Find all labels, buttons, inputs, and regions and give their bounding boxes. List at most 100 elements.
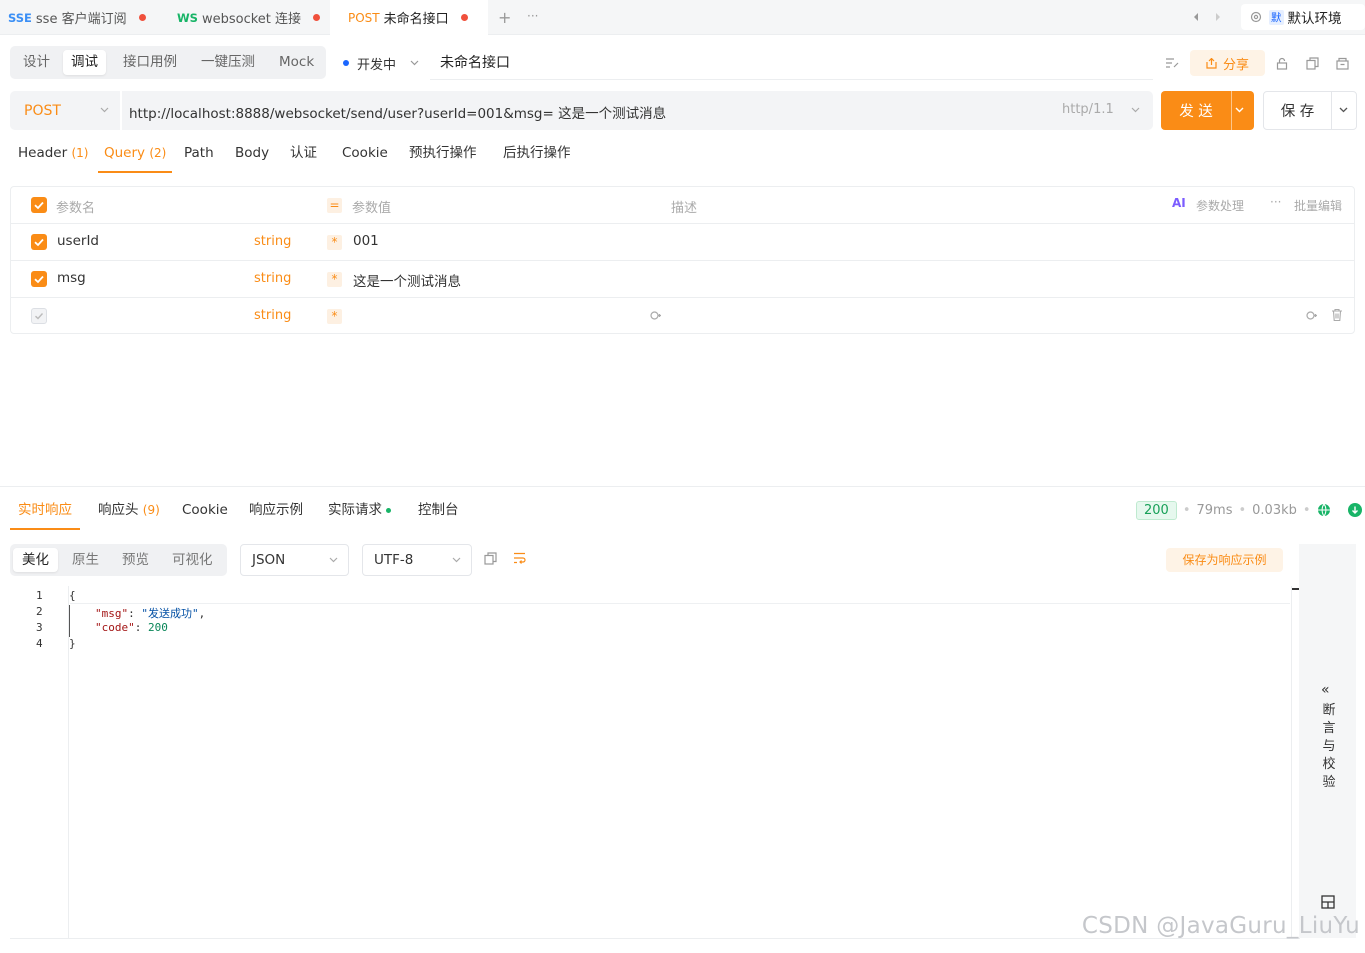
- tab-stress-test[interactable]: 一键压测: [193, 50, 263, 75]
- doc-tab-websocket[interactable]: WS websocket 连接: [160, 0, 330, 35]
- globe-icon[interactable]: [1317, 503, 1331, 517]
- edit-format-icon[interactable]: [1164, 55, 1180, 71]
- tab-response-headers[interactable]: 响应头 (9): [98, 497, 160, 530]
- tab-test-cases[interactable]: 接口用例: [115, 50, 185, 75]
- response-size: 0.03kb: [1252, 502, 1297, 518]
- tab-raw[interactable]: 原生: [63, 548, 108, 572]
- row-checkbox[interactable]: [31, 234, 47, 250]
- protocol-label: http/1.1: [1062, 102, 1114, 117]
- tab-preview[interactable]: 预览: [113, 548, 158, 572]
- response-code-viewer[interactable]: 1 2 3 4 { "msg": "发送成功", "code": 200 }: [10, 586, 1300, 938]
- required-mark[interactable]: *: [327, 272, 342, 287]
- table-header-row: 参数名 = 参数值 描述 AI 参数处理 ··· 批量编辑: [11, 187, 1354, 224]
- environment-selector[interactable]: 默 默认环境: [1241, 4, 1365, 30]
- tab-title: websocket 连接: [201, 12, 302, 27]
- tab-label: Query: [104, 145, 146, 161]
- doc-tab-unnamed[interactable]: POST 未命名接口: [330, 0, 488, 35]
- settings-icon[interactable]: [1249, 10, 1263, 24]
- expand-chevron-icon[interactable]: «: [1321, 682, 1330, 698]
- assertion-side-panel[interactable]: « 断 言 与 校 验: [1299, 544, 1356, 938]
- tab-debug[interactable]: 调试: [63, 50, 106, 75]
- save-options-chevron-icon[interactable]: [1339, 107, 1348, 113]
- api-name-input[interactable]: 未命名接口: [440, 52, 510, 72]
- select-all-checkbox[interactable]: [31, 197, 47, 213]
- param-name[interactable]: msg: [57, 270, 86, 286]
- layout-icon[interactable]: [1321, 895, 1335, 909]
- tab-pretty[interactable]: 美化: [13, 548, 58, 572]
- next-tab-arrow-icon[interactable]: [1213, 12, 1223, 22]
- variable-icon[interactable]: [1305, 309, 1318, 322]
- copy-icon[interactable]: [484, 552, 497, 565]
- tab-post-script[interactable]: 后执行操作: [503, 140, 571, 173]
- tab-auth[interactable]: 认证: [290, 140, 317, 173]
- method-label: POST: [24, 102, 61, 119]
- tab-body[interactable]: Body: [235, 140, 269, 173]
- tab-cookie[interactable]: Cookie: [342, 140, 388, 173]
- tab-visualize[interactable]: 可视化: [163, 548, 222, 572]
- more-icon[interactable]: ···: [1270, 195, 1281, 209]
- required-mark[interactable]: *: [327, 309, 342, 324]
- save-as-example-button[interactable]: 保存为响应示例: [1166, 548, 1283, 572]
- ai-icon[interactable]: AI: [1172, 196, 1186, 210]
- download-icon[interactable]: [1347, 503, 1362, 517]
- tab-mock[interactable]: Mock: [271, 50, 322, 75]
- protocol-selector[interactable]: http/1.1: [1062, 102, 1140, 117]
- row-checkbox[interactable]: [31, 308, 47, 324]
- param-value[interactable]: 001: [353, 233, 379, 249]
- variable-icon[interactable]: [649, 309, 662, 322]
- tab-pre-script[interactable]: 预执行操作: [409, 140, 477, 173]
- line-number: 3: [36, 621, 43, 634]
- status-dot: [386, 507, 391, 513]
- more-tabs-button[interactable]: ···: [527, 9, 538, 23]
- env-badge: 默: [1269, 9, 1284, 25]
- scrollbar-marker[interactable]: [1292, 588, 1299, 590]
- chevron-down-icon: [329, 557, 338, 563]
- param-process-button[interactable]: 参数处理: [1196, 197, 1244, 214]
- tab-design[interactable]: 设计: [15, 50, 58, 75]
- prev-tab-arrow-icon[interactable]: [1191, 12, 1201, 22]
- share-label: 分享: [1222, 57, 1249, 73]
- tab-header[interactable]: Header (1): [18, 140, 88, 173]
- method-selector[interactable]: POST: [10, 91, 122, 130]
- save-button[interactable]: 保 存: [1264, 92, 1331, 129]
- code-brace-close: }: [69, 637, 76, 650]
- panel-divider[interactable]: [0, 486, 1365, 487]
- archive-icon[interactable]: [1334, 55, 1350, 71]
- param-value[interactable]: 这是一个测试消息: [353, 270, 461, 290]
- view-mode-group: 美化 原生 预览 可视化: [10, 544, 227, 576]
- send-options-chevron-icon[interactable]: [1235, 107, 1244, 113]
- save-button-group: 保 存: [1263, 91, 1357, 130]
- tab-response-cookie[interactable]: Cookie: [182, 497, 228, 530]
- wrap-lines-icon[interactable]: [513, 552, 526, 564]
- response-time: 79ms: [1196, 502, 1233, 518]
- copy-icon[interactable]: [1304, 55, 1320, 71]
- tab-path[interactable]: Path: [184, 140, 214, 173]
- add-tab-button[interactable]: +: [498, 8, 511, 27]
- share-button[interactable]: 分享: [1190, 50, 1265, 76]
- tab-live-response[interactable]: 实时响应: [10, 497, 80, 530]
- batch-edit-button[interactable]: 批量编辑: [1294, 197, 1342, 214]
- required-mark[interactable]: *: [327, 235, 342, 250]
- tab-count: (1): [71, 146, 89, 160]
- encoding-select[interactable]: UTF-8: [362, 544, 472, 576]
- tab-response-example[interactable]: 响应示例: [249, 497, 303, 530]
- param-type[interactable]: string: [254, 234, 291, 249]
- scrollbar-track[interactable]: [1291, 586, 1292, 938]
- doc-tab-sse[interactable]: SSE sse 客户端订阅: [0, 0, 160, 35]
- tab-console[interactable]: 控制台: [418, 497, 459, 530]
- delete-icon[interactable]: [1331, 308, 1343, 322]
- env-name: 默认环境: [1287, 11, 1342, 27]
- param-type[interactable]: string: [254, 271, 291, 286]
- tab-query[interactable]: Query (2): [98, 140, 173, 173]
- row-checkbox[interactable]: [31, 271, 47, 287]
- param-name[interactable]: userId: [57, 233, 99, 249]
- send-button[interactable]: 发 送: [1161, 91, 1231, 130]
- lock-icon[interactable]: [1274, 55, 1290, 71]
- param-type[interactable]: string: [254, 308, 291, 323]
- chevron-down-icon: [100, 107, 109, 113]
- json-key: "code": [95, 621, 135, 634]
- format-select[interactable]: JSON: [240, 544, 349, 576]
- status-selector[interactable]: 开发中: [343, 52, 419, 74]
- tab-actual-request[interactable]: 实际请求: [328, 497, 391, 530]
- url-input[interactable]: http://localhost:8888/websocket/send/use…: [129, 102, 666, 122]
